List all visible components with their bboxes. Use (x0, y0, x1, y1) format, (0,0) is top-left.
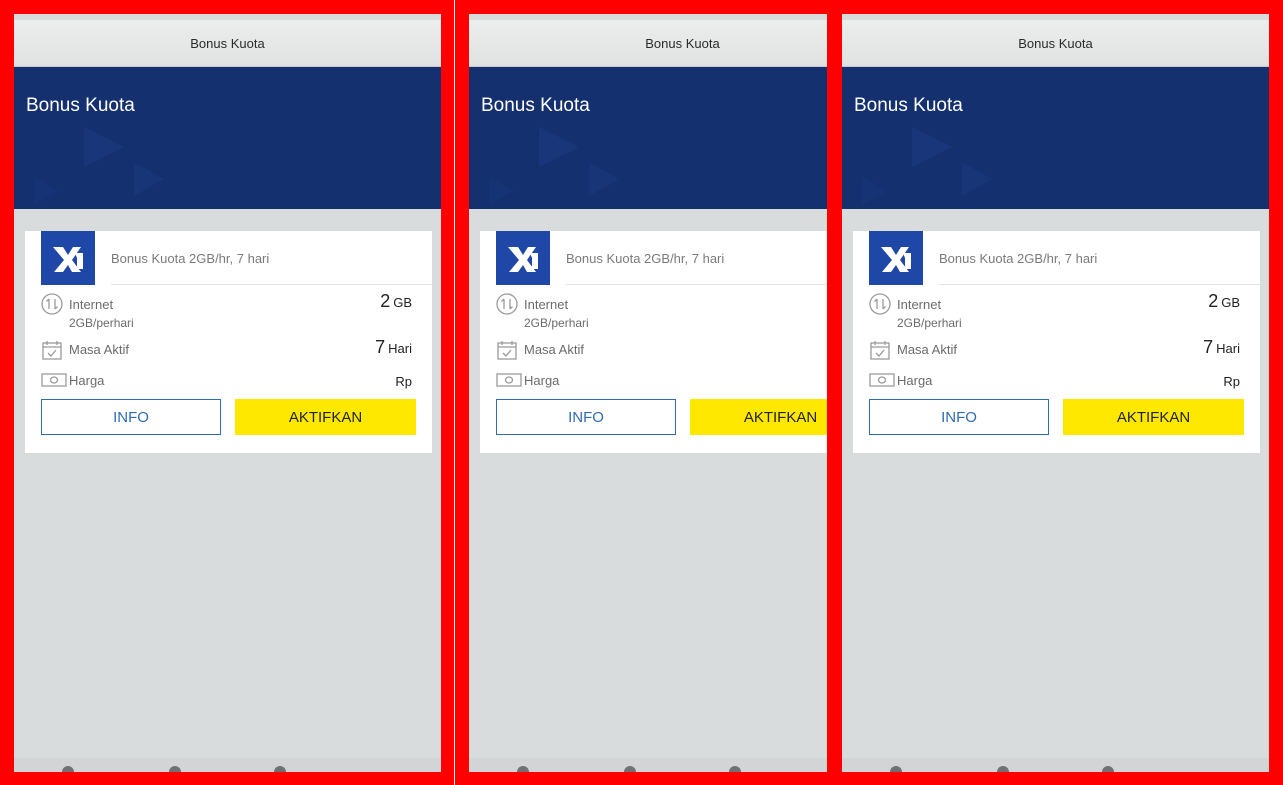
aktifkan-button[interactable]: AKTIFKAN (1063, 399, 1244, 435)
masa-aktif-amount: 7 (375, 337, 386, 357)
internet-sublabel: 2GB/perhari (524, 316, 589, 330)
nav-back-icon[interactable] (890, 766, 902, 772)
phone-screen-2: Bonus Kuota Bonus Kuota Bonus Kuota 2GB/… (469, 14, 827, 772)
app-topbar: Bonus Kuota (469, 20, 827, 67)
nav-back-icon[interactable] (517, 766, 529, 772)
internet-unit: GB (1221, 295, 1240, 310)
harga-label: Harga (524, 373, 560, 388)
divider (566, 284, 827, 285)
topbar-title: Bonus Kuota (1018, 35, 1093, 51)
nav-recent-icon[interactable] (1102, 766, 1114, 772)
nav-back-icon[interactable] (62, 766, 74, 772)
hero-pattern (34, 127, 164, 205)
internet-amount: 2 (1208, 291, 1219, 311)
package-card: Bonus Kuota 2GB/hr, 7 hari Internet 2GB/… (25, 231, 432, 453)
masa-aktif-value: 7 Hari (1153, 337, 1240, 358)
package-name: Bonus Kuota 2GB/hr, 7 hari (939, 251, 1098, 266)
masa-aktif-unit: Hari (1216, 341, 1240, 356)
harga-value: Rp (395, 374, 412, 389)
info-button[interactable]: INFO (41, 399, 221, 435)
xl-logo-icon (496, 231, 550, 285)
internet-label: Internet (69, 297, 114, 312)
calendar-icon (497, 341, 517, 360)
masa-aktif-unit: Hari (388, 341, 412, 356)
package-name: Bonus Kuota 2GB/hr, 7 hari (566, 251, 725, 266)
info-button[interactable]: INFO (496, 399, 676, 435)
internet-transfer-icon (869, 293, 891, 315)
page-title: Bonus Kuota (481, 95, 590, 116)
topbar-title: Bonus Kuota (190, 35, 265, 51)
divider (939, 284, 1260, 285)
nav-home-icon[interactable] (169, 766, 181, 772)
hero-banner: Bonus Kuota (469, 67, 827, 209)
harga-label: Harga (69, 373, 105, 388)
calendar-icon (870, 341, 890, 360)
masa-aktif-label: Masa Aktif (524, 342, 584, 357)
money-icon (496, 373, 522, 387)
internet-unit: GB (393, 295, 412, 310)
xl-logo-icon (41, 231, 95, 285)
hero-banner: Bonus Kuota (14, 67, 441, 209)
harga-value: Rp (1223, 374, 1240, 389)
nav-recent-icon[interactable] (729, 766, 741, 772)
info-button[interactable]: INFO (869, 399, 1049, 435)
internet-sublabel: 2GB/perhari (897, 316, 962, 330)
app-topbar: Bonus Kuota (842, 20, 1269, 67)
android-navbar (469, 758, 827, 772)
divider (111, 284, 432, 285)
masa-aktif-amount: 7 (1203, 337, 1214, 357)
internet-transfer-icon (41, 293, 63, 315)
package-card: Bonus Kuota 2GB/hr, 7 hari Internet 2GB/… (853, 231, 1260, 453)
masa-aktif-label: Masa Aktif (897, 342, 957, 357)
money-icon (869, 373, 895, 387)
internet-amount: 2 (380, 291, 391, 311)
phone-screen-1: Bonus Kuota Bonus Kuota Bonus Kuota 2GB/… (14, 14, 441, 772)
internet-transfer-icon (496, 293, 518, 315)
android-navbar (842, 758, 1269, 772)
internet-value: 2 GB (1153, 291, 1240, 312)
internet-value: 2 GB (325, 291, 412, 312)
android-navbar (14, 758, 441, 772)
page-title: Bonus Kuota (854, 95, 963, 116)
app-topbar: Bonus Kuota (14, 20, 441, 67)
internet-sublabel: 2GB/perhari (69, 316, 134, 330)
calendar-icon (42, 341, 62, 360)
harga-label: Harga (897, 373, 933, 388)
topbar-title: Bonus Kuota (645, 35, 720, 51)
masa-aktif-label: Masa Aktif (69, 342, 129, 357)
internet-label: Internet (897, 297, 942, 312)
package-name: Bonus Kuota 2GB/hr, 7 hari (111, 251, 270, 266)
hero-banner: Bonus Kuota (842, 67, 1269, 209)
xl-logo-icon (869, 231, 923, 285)
hero-pattern (862, 127, 992, 205)
hero-pattern (489, 127, 619, 205)
page-title: Bonus Kuota (26, 95, 135, 116)
aktifkan-button[interactable]: AKTIFKAN (235, 399, 416, 435)
package-card: Bonus Kuota 2GB/hr, 7 hari Internet 2GB/… (480, 231, 827, 453)
nav-home-icon[interactable] (997, 766, 1009, 772)
masa-aktif-value: 7 Hari (325, 337, 412, 358)
money-icon (41, 373, 67, 387)
internet-label: Internet (524, 297, 569, 312)
nav-recent-icon[interactable] (274, 766, 286, 772)
aktifkan-button[interactable]: AKTIFKAN (690, 399, 827, 435)
phone-screen-3: Bonus Kuota Bonus Kuota Bonus Kuota 2GB/… (842, 14, 1269, 772)
nav-home-icon[interactable] (624, 766, 636, 772)
